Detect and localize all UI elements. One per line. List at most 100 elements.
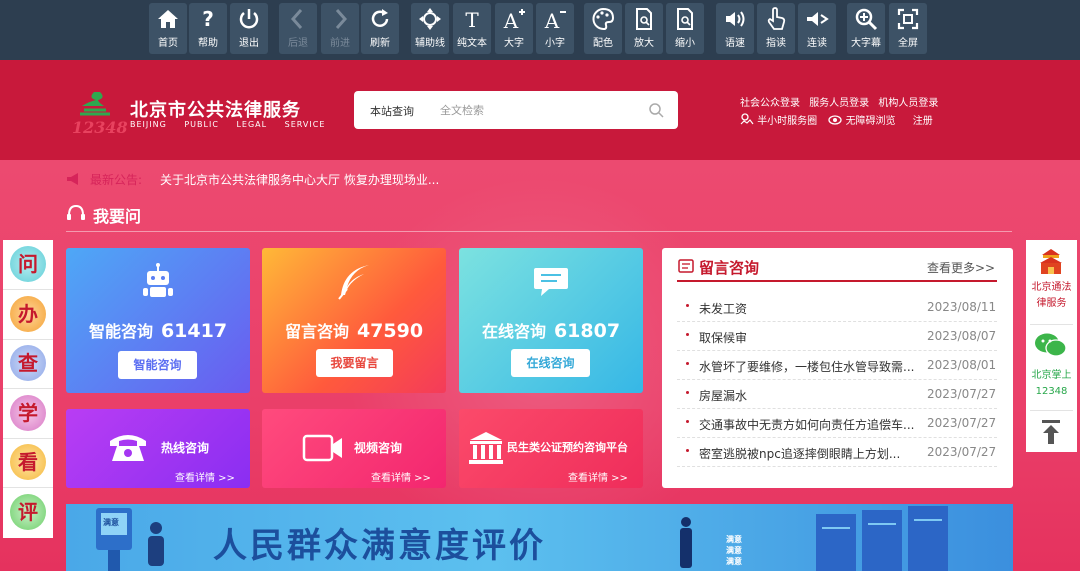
toolbar-button-help[interactable]: ? 帮助 <box>189 3 227 54</box>
online-consult-card[interactable]: 在线咨询 61807 在线咨询 <box>459 248 643 393</box>
bullet-dot <box>686 420 689 423</box>
message-consult-title: 留言咨询 47590 <box>284 320 424 342</box>
video-camera-icon <box>302 434 342 462</box>
video-details-link[interactable]: 查看详情 >> <box>371 469 431 484</box>
site-logo[interactable]: 12348 <box>70 88 130 140</box>
toolbar-button-fullscreen[interactable]: 全屏 <box>889 3 927 54</box>
home-icon <box>158 10 178 28</box>
toolbar-button-speaker[interactable]: 语速 <box>716 3 754 54</box>
section-title: 我要问 <box>93 207 142 226</box>
svg-text:A: A <box>544 9 560 31</box>
float-separator <box>1030 410 1073 411</box>
search-scope-select[interactable]: 本站查询 <box>370 103 414 119</box>
leave-message-button[interactable]: 我要留言 <box>316 349 393 377</box>
headset-icon <box>67 204 85 220</box>
toolbar-button-zoom-out-page[interactable]: 缩小 <box>666 3 704 54</box>
kiosk-screen-word: 满意 <box>103 518 119 527</box>
message-panel-title: 留言咨询 <box>699 259 760 277</box>
beijing-tong-label[interactable]: 北京通法 律服务 <box>1026 280 1077 312</box>
toolbar-button-chevron-left[interactable]: 后退 <box>279 3 317 54</box>
toolbar-button-palette[interactable]: 配色 <box>584 3 622 54</box>
list-item[interactable]: 未发工资 2023/08/11 <box>677 293 997 322</box>
login-links: 社会公众登录 服务人员登录 机构人员登录 <box>740 94 944 109</box>
text-icon: T <box>465 8 479 31</box>
map-pin-icon <box>740 113 754 125</box>
notice-label: 最新公告: <box>90 173 143 187</box>
side-nav-separator <box>3 289 53 290</box>
institution-building-icon <box>469 432 503 464</box>
staff-login-link[interactable]: 服务人员登录 <box>809 98 869 109</box>
logo-number: 12348 <box>72 118 128 137</box>
telephone-icon <box>110 435 146 461</box>
toolbar-button-font-smaller[interactable]: A 小字 <box>536 3 574 54</box>
toolbar-button-zoom-in-page[interactable]: 放大 <box>625 3 663 54</box>
message-consult-card[interactable]: 留言咨询 47590 我要留言 <box>262 248 446 393</box>
side-nav-separator <box>3 487 53 488</box>
public-login-link[interactable]: 社会公众登录 <box>740 98 800 109</box>
pointer-read-icon <box>767 7 786 30</box>
service-links: 半小时服务圈 无障碍浏览 注册 <box>740 112 933 127</box>
section-divider <box>66 231 1012 232</box>
feather-icon <box>338 265 369 300</box>
message-list-panel: 留言咨询 查看更多>> 未发工资 2023/08/11 取保候审 2023/08… <box>662 248 1013 488</box>
view-more-link[interactable]: 查看更多>> <box>927 259 995 276</box>
toolbar-button-continuous-read[interactable]: 连读 <box>798 3 836 54</box>
institution-login-link[interactable]: 机构人员登录 <box>878 98 938 109</box>
list-item[interactable]: 水管坏了要维修，一楼包住水管导致需... 2023/08/01 <box>677 351 997 380</box>
toolbar-button-chevron-right[interactable]: 前进 <box>321 3 359 54</box>
wechat-icon[interactable] <box>1034 332 1068 358</box>
server-rack-illustration-icon <box>680 506 948 571</box>
refresh-icon <box>371 9 389 27</box>
smart-consult-count: 61417 <box>160 320 228 342</box>
chevron-right-icon <box>335 9 348 29</box>
list-item[interactable]: 房屋漏水 2023/07/27 <box>677 380 997 409</box>
smart-consult-card[interactable]: 智能咨询 61417 智能咨询 <box>66 248 250 393</box>
hotline-details-link[interactable]: 查看详情 >> <box>175 469 235 484</box>
online-consult-button[interactable]: 在线咨询 <box>511 349 590 377</box>
side-nav-separator <box>3 339 53 340</box>
toolbar-button-refresh[interactable]: 刷新 <box>361 3 399 54</box>
toolbar-button-font-larger[interactable]: A 大字 <box>495 3 533 54</box>
side-nav-do[interactable]: 办 <box>10 296 46 332</box>
accessible-browse-link[interactable]: 无障碍浏览 <box>846 116 896 127</box>
side-nav-query[interactable]: 查 <box>10 345 46 381</box>
search-box: 本站查询 <box>354 91 678 129</box>
toolbar-button-power[interactable]: 退出 <box>230 3 268 54</box>
side-nav-ask[interactable]: 问 <box>10 246 46 282</box>
side-nav-learn[interactable]: 学 <box>10 395 46 431</box>
toolbar-button-text[interactable]: T 纯文本 <box>453 3 491 54</box>
toolbar-button-crosshair[interactable]: 辅助线 <box>411 3 449 54</box>
eye-icon <box>828 115 843 125</box>
list-item[interactable]: 交通事故中无责方如何向责任方追偿车... 2023/07/27 <box>677 409 997 438</box>
notice-link[interactable]: 关于北京市公共法律服务中心大厅 恢复办理现场业... <box>160 171 439 188</box>
svg-text:?: ? <box>202 7 214 31</box>
half-hour-service-link[interactable]: 半小时服务圈 <box>757 116 817 127</box>
svg-text:A: A <box>503 9 519 31</box>
notary-details-link[interactable]: 查看详情 >> <box>568 469 628 484</box>
magnifier-icon <box>855 8 878 31</box>
side-nav-rate[interactable]: 评 <box>10 494 46 530</box>
toolbar-button-magnifier[interactable]: 大字幕 <box>847 3 885 54</box>
register-link[interactable]: 注册 <box>913 116 933 127</box>
fullscreen-icon <box>897 8 919 30</box>
video-consult-card[interactable]: 视频咨询 查看详情 >> <box>262 409 446 488</box>
toolbar-button-pointer-read[interactable]: 指读 <box>757 3 795 54</box>
beijing-gate-icon[interactable] <box>1038 248 1064 276</box>
search-input[interactable] <box>440 99 640 121</box>
zoom-out-page-icon <box>677 8 693 30</box>
wechat-12348-label[interactable]: 北京掌上 12348 <box>1026 368 1077 400</box>
hotline-consult-title: 热线咨询 <box>161 441 210 455</box>
toolbar-button-home[interactable]: 首页 <box>149 3 187 54</box>
online-consult-count: 61807 <box>553 320 621 342</box>
search-icon[interactable] <box>648 102 664 118</box>
site-subtitle: BEIJING PUBLIC LEGAL SERVICE <box>130 120 326 129</box>
hotline-consult-card[interactable]: 热线咨询 查看详情 >> <box>66 409 250 488</box>
list-item[interactable]: 密室逃脱被npc追逐摔倒眼睛上方划... 2023/07/27 <box>677 438 997 467</box>
smart-consult-button[interactable]: 智能咨询 <box>118 351 197 379</box>
side-nav: 问 办 查 学 看 评 <box>3 240 53 538</box>
side-nav-watch[interactable]: 看 <box>10 444 46 480</box>
back-to-top-icon[interactable] <box>1040 419 1062 445</box>
list-item[interactable]: 取保候审 2023/08/07 <box>677 322 997 351</box>
notary-consult-card[interactable]: 民生类公证预约咨询平台 查看详情 >> <box>459 409 643 488</box>
megaphone-icon <box>67 173 78 185</box>
